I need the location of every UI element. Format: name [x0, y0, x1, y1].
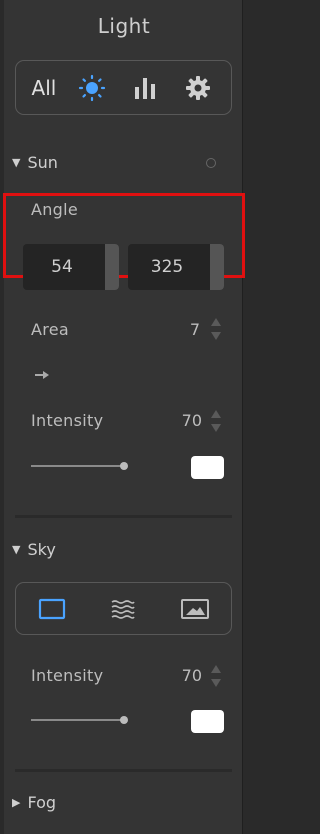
bar-chart-icon[interactable]	[128, 71, 162, 105]
sun-icon[interactable]	[75, 71, 109, 105]
waves-icon[interactable]	[106, 592, 140, 626]
area-value[interactable]: 7	[176, 320, 200, 339]
sun-intensity-knob[interactable]	[120, 462, 128, 470]
gear-icon[interactable]	[181, 71, 215, 105]
section-divider	[15, 769, 232, 772]
collapse-arrow-icon: ▼	[12, 156, 21, 169]
sky-section-header[interactable]: ▼ Sky	[12, 540, 56, 559]
sun-section-header[interactable]: ▼ Sun	[12, 153, 58, 172]
sun-color-swatch[interactable]	[191, 456, 224, 479]
sun-intensity-slider[interactable]	[31, 465, 123, 467]
angle-value-1: 54	[51, 257, 73, 277]
rectangle-icon[interactable]	[35, 592, 69, 626]
sun-intensity-label: Intensity	[31, 411, 104, 430]
sun-header-label: Sun	[27, 153, 58, 172]
sky-mode-bar	[15, 582, 232, 635]
area-arrow-icon[interactable]	[35, 371, 49, 379]
area-label: Area	[31, 320, 70, 339]
expand-arrow-icon: ▶	[12, 796, 21, 809]
sky-intensity-label: Intensity	[31, 666, 104, 685]
angle-value-1-handle[interactable]	[105, 244, 119, 290]
category-bar: All	[15, 60, 232, 115]
fog-header-label: Fog	[27, 793, 57, 812]
image-icon[interactable]	[178, 592, 212, 626]
sky-color-swatch[interactable]	[191, 710, 224, 733]
sun-toggle-icon[interactable]	[206, 158, 216, 168]
angle-value-2: 325	[150, 257, 184, 277]
area-stepper[interactable]	[211, 318, 221, 340]
fog-section-header[interactable]: ▶ Fog	[12, 793, 56, 812]
collapse-arrow-icon: ▼	[12, 543, 21, 556]
sky-intensity-knob[interactable]	[120, 716, 128, 724]
angle-value-2-handle[interactable]	[210, 244, 224, 290]
angle-label: Angle	[31, 200, 79, 219]
sky-header-label: Sky	[27, 540, 56, 559]
sun-intensity-value[interactable]: 70	[166, 411, 202, 430]
section-divider	[15, 515, 232, 518]
panel-title: Light	[97, 14, 151, 38]
sun-intensity-stepper[interactable]	[211, 410, 221, 432]
tab-all[interactable]: All	[32, 76, 57, 100]
sky-intensity-slider[interactable]	[31, 719, 123, 721]
sky-intensity-value[interactable]: 70	[166, 666, 202, 685]
sky-intensity-stepper[interactable]	[211, 665, 221, 687]
